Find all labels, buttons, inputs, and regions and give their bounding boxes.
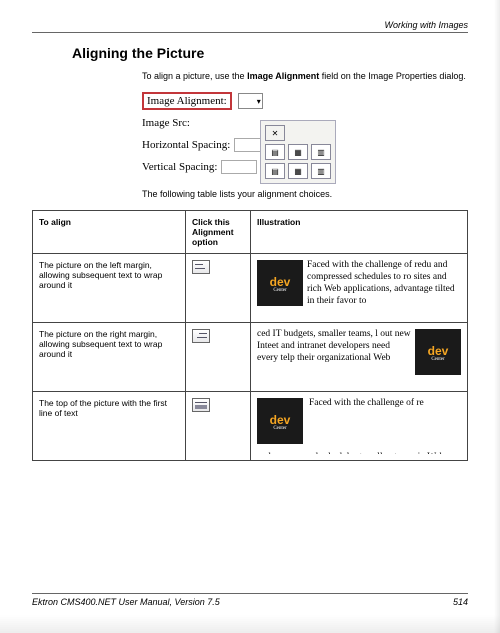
dev-center-badge [415, 329, 461, 375]
cell-illustration: Faced with the challenge of re and compr… [251, 392, 468, 461]
vertical-spacing-input[interactable] [221, 160, 257, 174]
align-left-icon [192, 260, 210, 274]
align-bl-option[interactable]: ▤ [265, 163, 285, 179]
illustration-text: Faced with the challenge of redu and com… [307, 260, 461, 316]
bottom-shadow [0, 615, 500, 633]
illustration-text-line1: Faced with the challenge of re [309, 398, 424, 408]
align-tr-option[interactable]: ▥ [311, 144, 331, 160]
page-footer: Ektron CMS400.NET User Manual, Version 7… [32, 593, 468, 607]
cell-to-align: The picture on the left margin, allowing… [33, 254, 186, 323]
image-src-label: Image Src: [142, 117, 190, 129]
align-tc-option[interactable]: ▦ [288, 144, 308, 160]
illustration-text-line2: and compressed schedules to roll out new… [257, 452, 444, 454]
table-row: The picture on the right margin, allowin… [33, 323, 468, 392]
chevron-down-icon: ▾ [257, 97, 261, 106]
dev-center-badge [257, 398, 303, 444]
vertical-spacing-label: Vertical Spacing: [142, 161, 217, 173]
cell-option [186, 254, 251, 323]
table-row: The picture on the left margin, allowing… [33, 254, 468, 323]
intro-before: To align a picture, use the [142, 71, 247, 81]
intro-after: field on the Image Properties dialog. [319, 71, 466, 81]
image-alignment-label: Image Alignment: [142, 92, 232, 110]
col-to-align: To align [33, 211, 186, 254]
cell-to-align: The picture on the right margin, allowin… [33, 323, 186, 392]
intro-bold: Image Alignment [247, 71, 319, 81]
cell-illustration: Faced with the challenge of redu and com… [251, 254, 468, 323]
alignment-table: To align Click this Alignment option Ill… [32, 210, 468, 461]
cell-option [186, 323, 251, 392]
cell-option [186, 392, 251, 461]
cell-illustration: ced IT budgets, smaller teams, l out new… [251, 323, 468, 392]
align-top-icon [192, 398, 210, 412]
header-rule [32, 32, 468, 33]
align-tl-option[interactable]: ▤ [265, 144, 285, 160]
intro-paragraph: To align a picture, use the Image Alignm… [142, 70, 468, 82]
page-shadow [494, 0, 500, 633]
align-bc-option[interactable]: ▦ [288, 163, 308, 179]
running-head: Working with Images [32, 20, 468, 30]
section-title: Aligning the Picture [72, 45, 468, 61]
align-right-icon [192, 329, 210, 343]
alignment-options-popup: ✕ ▤ ▦ ▥ ▤ ▦ ▥ [260, 120, 336, 184]
align-none-option[interactable]: ✕ [265, 125, 285, 141]
after-figure-text: The following table lists your alignment… [142, 188, 468, 200]
footer-page-number: 514 [453, 597, 468, 607]
footer-manual-title: Ektron CMS400.NET User Manual, Version 7… [32, 597, 220, 607]
alignment-dropdown[interactable]: ▾ [238, 93, 263, 109]
col-click-option: Click this Alignment option [186, 211, 251, 254]
horizontal-spacing-label: Horizontal Spacing: [142, 139, 230, 151]
dev-center-badge [257, 260, 303, 306]
table-header-row: To align Click this Alignment option Ill… [33, 211, 468, 254]
illustration-text: ced IT budgets, smaller teams, l out new… [257, 329, 411, 385]
cell-to-align: The top of the picture with the first li… [33, 392, 186, 461]
col-illustration: Illustration [251, 211, 468, 254]
align-br-option[interactable]: ▥ [311, 163, 331, 179]
table-row: The top of the picture with the first li… [33, 392, 468, 461]
